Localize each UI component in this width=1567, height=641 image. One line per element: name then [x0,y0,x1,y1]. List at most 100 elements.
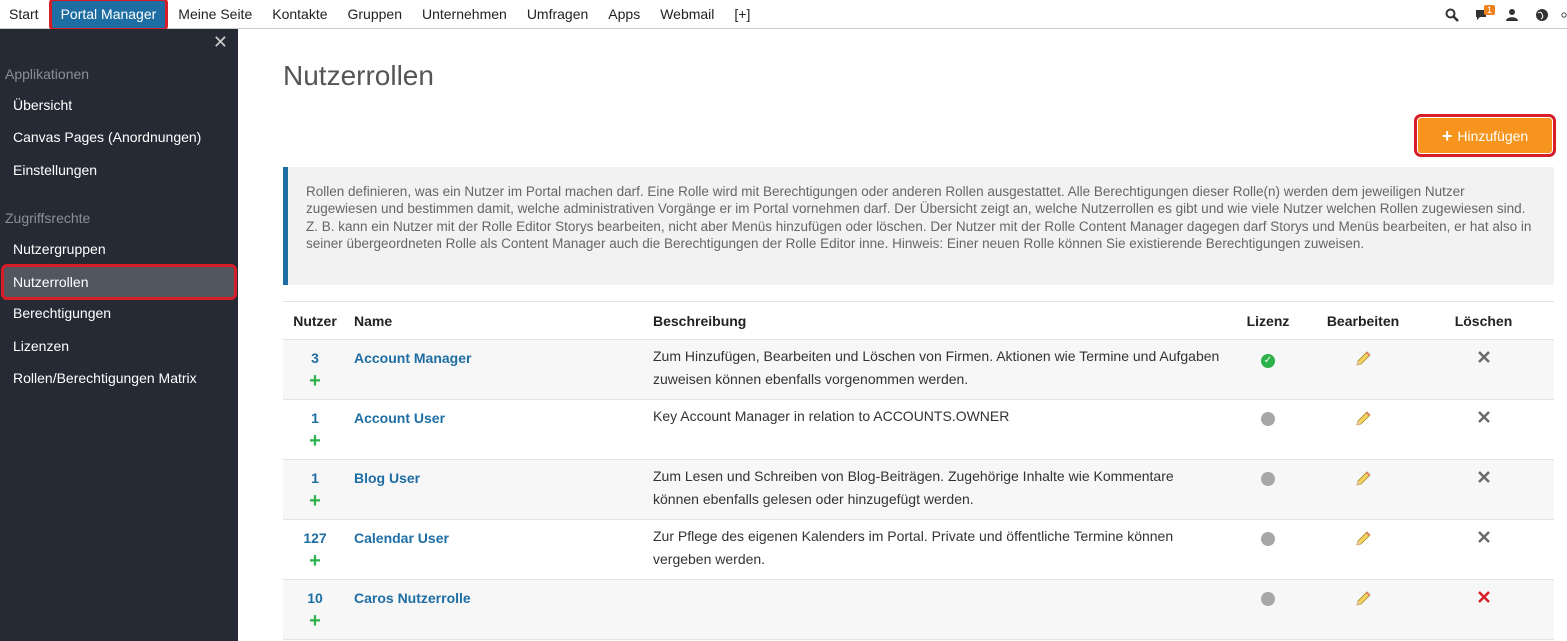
table-row: 1 + Account User Key Account Manager in … [283,400,1554,460]
name-cell: Calendar User [347,520,653,579]
delete-icon[interactable] [1477,350,1491,367]
add-user-icon[interactable]: + [283,611,347,631]
info-box: Rollen definieren, was ein Nutzer im Por… [283,167,1554,285]
column-header-edit: Bearbeiten [1326,312,1400,329]
delete-cell [1413,580,1554,639]
sidebar-item-berechtigungen[interactable]: Berechtigungen [0,297,238,329]
user-icon[interactable] [1501,0,1523,29]
search-icon[interactable] [1441,0,1463,29]
close-icon[interactable]: ✕ [213,32,228,52]
nav-meine-seite[interactable]: Meine Seite [168,0,262,29]
edit-cell [1313,460,1413,519]
delete-cell [1413,400,1554,459]
sidebar-section-title: Zugriffsrechte [5,210,91,226]
sidebar-item-einstellungen[interactable]: Einstellungen [0,154,238,186]
settings-icon[interactable] [1561,0,1567,29]
table-header: Nutzer Name Beschreibung Lizenz Bearbeit… [283,302,1554,340]
roles-table: Nutzer Name Beschreibung Lizenz Bearbeit… [283,301,1554,640]
name-cell: Caros Nutzerrolle [347,580,653,639]
role-name-link[interactable]: Blog User [354,470,420,486]
sidebar-item-matrix[interactable]: Rollen/Berechtigungen Matrix [0,362,238,394]
edit-cell [1313,400,1413,459]
column-header-description: Beschreibung [653,312,747,329]
pencil-icon[interactable] [1354,530,1372,551]
table-row: 3 + Account Manager Zum Hinzufügen, Bear… [283,340,1554,400]
sidebar-item-nutzergruppen[interactable]: Nutzergruppen [0,233,238,265]
license-inactive-icon [1261,532,1275,546]
license-inactive-icon [1261,412,1275,426]
user-count-link[interactable]: 1 [283,410,347,427]
sidebar-item-uebersicht[interactable]: Übersicht [0,89,238,121]
sidebar-item-nutzerrollen[interactable]: Nutzerrollen [1,264,237,300]
license-inactive-icon [1261,472,1275,486]
edit-cell [1313,340,1413,399]
pencil-icon[interactable] [1354,590,1372,611]
license-inactive-icon [1261,592,1275,606]
license-cell [1223,400,1313,459]
delete-icon[interactable] [1477,410,1491,427]
nav-gruppen[interactable]: Gruppen [338,0,412,29]
add-user-icon[interactable]: + [283,431,347,451]
column-header-name[interactable]: Name [347,313,653,329]
nav-unternehmen[interactable]: Unternehmen [412,0,517,29]
role-description: Zur Pflege des eigenen Kalenders im Port… [653,528,1174,567]
pencil-icon[interactable] [1354,410,1372,431]
column-header-delete: Löschen [1454,312,1513,329]
user-count-link[interactable]: 1 [283,470,347,487]
top-navigation-bar: Start Portal Manager Meine Seite Kontakt… [0,0,1567,31]
nav-kontakte[interactable]: Kontakte [262,0,337,29]
nav-webmail[interactable]: Webmail [650,0,724,29]
edit-cell [1313,520,1413,579]
add-user-icon[interactable]: + [283,371,347,391]
delete-cell [1413,340,1554,399]
add-button-label: Hinzufügen [1457,127,1529,144]
nav-apps[interactable]: Apps [598,0,650,29]
messages-icon[interactable]: 1 [1471,0,1496,29]
table-row: 127 + Calendar User Zur Pflege des eigen… [283,520,1554,580]
delete-icon[interactable] [1477,470,1491,487]
add-user-icon[interactable]: + [283,551,347,571]
license-cell: ✓ [1223,340,1313,399]
nav-start[interactable]: Start [0,0,49,29]
name-cell: Blog User [347,460,653,519]
user-count-link[interactable]: 3 [283,350,347,367]
sidebar-item-lizenzen[interactable]: Lizenzen [0,330,238,362]
user-count-link[interactable]: 127 [283,530,347,547]
name-cell: Account Manager [347,340,653,399]
license-cell [1223,460,1313,519]
license-active-icon: ✓ [1261,354,1275,368]
pencil-icon[interactable] [1354,350,1372,371]
notification-badge: 1 [1484,5,1496,15]
table-body: 3 + Account Manager Zum Hinzufügen, Bear… [283,340,1554,640]
role-name-link[interactable]: Account Manager [354,350,471,366]
nav-portal-manager[interactable]: Portal Manager [48,0,169,31]
users-cell: 10 + [283,580,347,639]
sidebar-item-canvas-pages[interactable]: Canvas Pages (Anordnungen) [0,121,238,153]
delete-icon[interactable] [1477,590,1491,607]
globe-icon[interactable] [1531,0,1553,29]
nav-umfragen[interactable]: Umfragen [517,0,598,29]
add-role-button[interactable]: + Hinzufügen [1414,114,1556,157]
delete-icon[interactable] [1477,530,1491,547]
role-description: Zum Hinzufügen, Bearbeiten und Löschen v… [653,348,1220,387]
main-content: Nutzerrollen + Hinzufügen Rollen definie… [238,29,1567,641]
column-header-license: Lizenz [1246,312,1290,329]
nav-more[interactable]: [+] [724,0,760,29]
role-name-link[interactable]: Calendar User [354,530,449,546]
role-name-link[interactable]: Account User [354,410,445,426]
role-name-link[interactable]: Caros Nutzerrolle [354,590,471,606]
user-count-link[interactable]: 10 [283,590,347,607]
users-cell: 127 + [283,520,347,579]
license-cell [1223,580,1313,639]
name-cell: Account User [347,400,653,459]
delete-cell [1413,460,1554,519]
pencil-icon[interactable] [1354,470,1372,491]
plus-icon: + [1441,125,1453,146]
table-row: 10 + Caros Nutzerrolle [283,580,1554,640]
edit-cell [1313,580,1413,639]
column-header-users[interactable]: Nutzer [283,313,347,329]
top-icons: 1 [1433,0,1567,29]
add-user-icon[interactable]: + [283,491,347,511]
license-cell [1223,520,1313,579]
role-description [653,580,1223,639]
